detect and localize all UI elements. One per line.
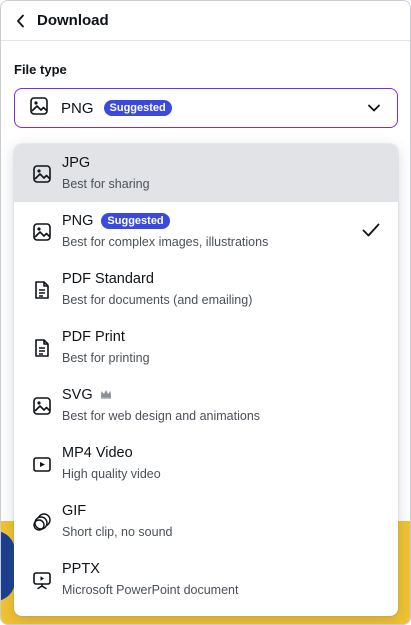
option-svg[interactable]: SVG Best for web design and animations: [14, 376, 398, 434]
chevron-down-icon: [367, 101, 381, 120]
document-icon: [32, 338, 52, 358]
selected-file-type: PNG: [61, 99, 94, 117]
presentation-icon: [32, 570, 52, 590]
crown-icon: [100, 386, 112, 404]
option-name: JPG: [62, 155, 91, 171]
option-desc: Microsoft PowerPoint document: [62, 583, 239, 597]
image-icon: [32, 396, 52, 416]
option-desc: Best for sharing: [62, 177, 150, 191]
suggested-badge: Suggested: [103, 100, 172, 116]
option-pdf-print[interactable]: PDF Print Best for printing: [14, 318, 398, 376]
download-panel: Download File type PNG Suggested JPG Bes…: [0, 0, 411, 625]
back-button[interactable]: Download: [15, 12, 109, 29]
file-type-label: File type: [14, 62, 67, 77]
panel-title: Download: [37, 12, 109, 29]
document-icon: [32, 280, 52, 300]
option-pptx[interactable]: PPTX Microsoft PowerPoint document: [14, 550, 398, 608]
panel-header: Download: [1, 1, 410, 41]
option-desc: Best for web design and animations: [62, 409, 261, 423]
option-jpg[interactable]: JPG Best for sharing: [14, 144, 398, 202]
chevron-left-icon: [15, 14, 27, 28]
option-mp4[interactable]: MP4 Video High quality video: [14, 434, 398, 492]
option-desc: Short clip, no sound: [62, 525, 173, 539]
design-shape: [1, 531, 15, 601]
video-icon: [32, 454, 52, 474]
option-png[interactable]: PNG Suggested Best for complex images, il…: [14, 202, 398, 260]
image-icon: [29, 96, 49, 121]
option-name: PDF Print: [62, 329, 125, 345]
gif-icon: [32, 512, 52, 532]
suggested-badge: Suggested: [101, 213, 170, 229]
image-icon: [32, 222, 52, 242]
option-name: PPTX: [62, 561, 100, 577]
option-name: GIF: [62, 503, 87, 519]
option-name: SVG: [62, 387, 93, 403]
option-desc: Best for printing: [62, 351, 150, 365]
option-pdf-standard[interactable]: PDF Standard Best for documents (and ema…: [14, 260, 398, 318]
option-name: MP4 Video: [62, 445, 133, 461]
option-name: PNG: [62, 213, 94, 229]
option-name: PDF Standard: [62, 271, 154, 287]
option-desc: Best for complex images, illustrations: [62, 235, 269, 249]
option-gif[interactable]: GIF Short clip, no sound: [14, 492, 398, 550]
option-desc: High quality video: [62, 467, 161, 481]
file-type-select[interactable]: PNG Suggested: [14, 88, 398, 128]
check-icon: [362, 222, 380, 243]
image-icon: [32, 164, 52, 184]
option-desc: Best for documents (and emailing): [62, 293, 253, 307]
file-type-dropdown: JPG Best for sharing PNG Suggested Best f…: [14, 144, 398, 616]
